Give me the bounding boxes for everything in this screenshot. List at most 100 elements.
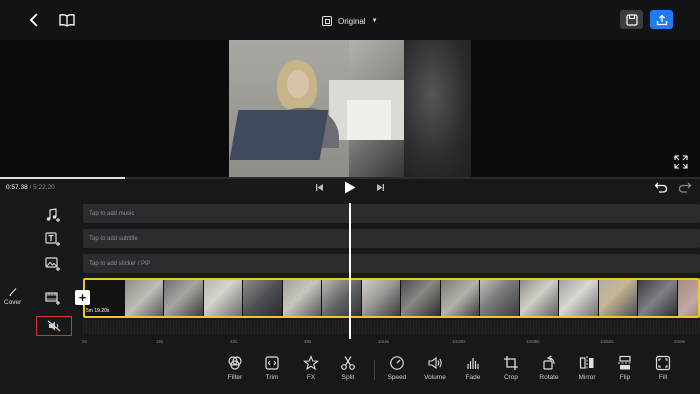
video-clip-strip[interactable] — [83, 278, 700, 318]
undo-button[interactable] — [653, 180, 669, 194]
fullscreen-button[interactable] — [674, 155, 688, 169]
progress-fill — [0, 177, 126, 179]
book-icon — [59, 14, 75, 27]
clip-thumbnail — [361, 280, 401, 316]
export-icon — [656, 14, 667, 25]
clip-thumbnail — [559, 280, 599, 316]
clip-duration-tag: 5m 19.20s — [86, 308, 110, 314]
subtitle-track-hint: Tap to add subtitle — [89, 235, 138, 242]
video-preview[interactable] — [229, 40, 471, 177]
plus-icon: + — [78, 290, 87, 305]
ruler-tick-label: 0s — [82, 339, 87, 344]
tool-label: Trim — [265, 374, 279, 381]
mute-original-audio-button[interactable] — [36, 316, 72, 336]
cover-button[interactable] — [6, 286, 20, 298]
duration: / 5:22.20 — [29, 184, 55, 191]
tool-label: Speed — [387, 374, 407, 381]
fill-icon — [655, 355, 671, 371]
clip-thumbnail — [440, 280, 480, 316]
clip-thumbnail — [677, 280, 698, 316]
crop-icon — [504, 356, 518, 370]
tool-mirror[interactable]: Mirror — [570, 355, 604, 387]
add-sticker-button[interactable] — [45, 256, 61, 272]
fx-icon — [303, 355, 319, 371]
add-music-button[interactable] — [45, 207, 61, 223]
back-button[interactable] — [26, 12, 42, 28]
aspect-ratio-label: Original — [338, 16, 366, 26]
tool-label: Rotate — [539, 374, 559, 381]
speed-icon — [390, 356, 404, 370]
ruler-tick-label: 48s — [304, 339, 312, 344]
trim-icon — [265, 356, 279, 370]
music-track[interactable]: Tap to add music — [83, 204, 700, 223]
add-clip-plus-button[interactable]: + — [75, 290, 90, 305]
tool-label: Filter — [227, 374, 243, 381]
tool-flip[interactable]: Flip — [608, 355, 642, 387]
save-icon — [625, 13, 638, 26]
current-time: 0:57.38 — [6, 184, 28, 191]
tool-speed[interactable]: Speed — [380, 355, 414, 387]
redo-button[interactable] — [677, 180, 693, 194]
film-add-icon — [45, 292, 60, 305]
next-button[interactable] — [374, 181, 386, 193]
tool-label: Flip — [619, 374, 631, 381]
tool-trim[interactable]: Trim — [255, 355, 289, 387]
tool-label: FX — [306, 374, 316, 381]
tool-fill[interactable]: Fill — [646, 355, 680, 387]
clip-thumbnail — [203, 280, 243, 316]
ruler-tick-label: 1m20s — [452, 339, 466, 344]
chevron-left-icon — [29, 13, 38, 27]
save-button[interactable] — [620, 10, 643, 29]
flip-icon — [618, 355, 632, 370]
tool-volume[interactable]: Volume — [418, 355, 452, 387]
clip-thumbnail — [598, 280, 638, 316]
clip-thumbnail — [164, 280, 204, 316]
subtitle-track[interactable]: Tap to add subtitle — [83, 229, 700, 248]
ruler-tick-label: 1m52s — [600, 339, 614, 344]
tool-label: Volume — [424, 374, 446, 381]
clip-thumbnail — [401, 280, 441, 316]
timeline-ruler[interactable]: 0s 16s 32s 48s 1m4s 1m20s 1m36s 1m52s 2m8s — [0, 338, 700, 348]
aspect-ratio-selector[interactable]: Original ▼ — [322, 12, 378, 30]
fade-icon — [467, 358, 479, 369]
tool-fade[interactable]: Fade — [456, 355, 490, 387]
skip-next-icon — [376, 183, 384, 191]
audio-waveform-track[interactable] — [83, 320, 700, 334]
ruler-tick-label: 16s — [156, 339, 164, 344]
add-subtitle-button[interactable] — [45, 231, 61, 247]
rotate-icon — [543, 355, 555, 370]
tool-label: Fade — [465, 374, 481, 381]
undo-icon — [654, 182, 668, 193]
tutorial-button[interactable] — [58, 12, 76, 28]
ruler-tick-label: 32s — [230, 339, 238, 344]
clip-thumbnail — [322, 280, 362, 316]
ruler-tick-label: 2m8s — [674, 339, 686, 344]
previous-button[interactable] — [313, 181, 325, 193]
ruler-tick-label: 1m4s — [378, 339, 390, 344]
volume-icon — [428, 356, 442, 370]
caret-down-icon: ▼ — [371, 18, 378, 24]
tool-split[interactable]: Split — [331, 355, 365, 387]
toolbar-separator — [374, 360, 375, 380]
export-button[interactable] — [650, 10, 673, 29]
tool-label: Split — [341, 374, 355, 381]
tool-crop[interactable]: Crop — [494, 355, 528, 387]
clip-thumbnail — [480, 280, 520, 316]
tool-rotate[interactable]: Rotate — [532, 355, 566, 387]
tool-label: Mirror — [578, 374, 596, 381]
redo-icon — [678, 182, 692, 193]
text-add-icon — [45, 232, 60, 246]
playhead[interactable] — [349, 203, 351, 339]
clip-thumbnail — [519, 280, 559, 316]
play-button[interactable] — [342, 179, 358, 195]
tool-label: Crop — [503, 374, 519, 381]
sticker-track[interactable]: Tap to add sticker / PiP — [83, 254, 700, 273]
pen-icon — [9, 288, 17, 297]
tool-filter[interactable]: Filter — [218, 355, 252, 387]
scissors-icon — [341, 356, 355, 370]
sticker-track-hint: Tap to add sticker / PiP — [89, 260, 151, 267]
add-clip-button[interactable] — [45, 290, 61, 306]
tool-fx[interactable]: FX — [294, 355, 328, 387]
clip-thumbnail — [243, 280, 283, 316]
aspect-ratio-icon — [322, 16, 332, 26]
